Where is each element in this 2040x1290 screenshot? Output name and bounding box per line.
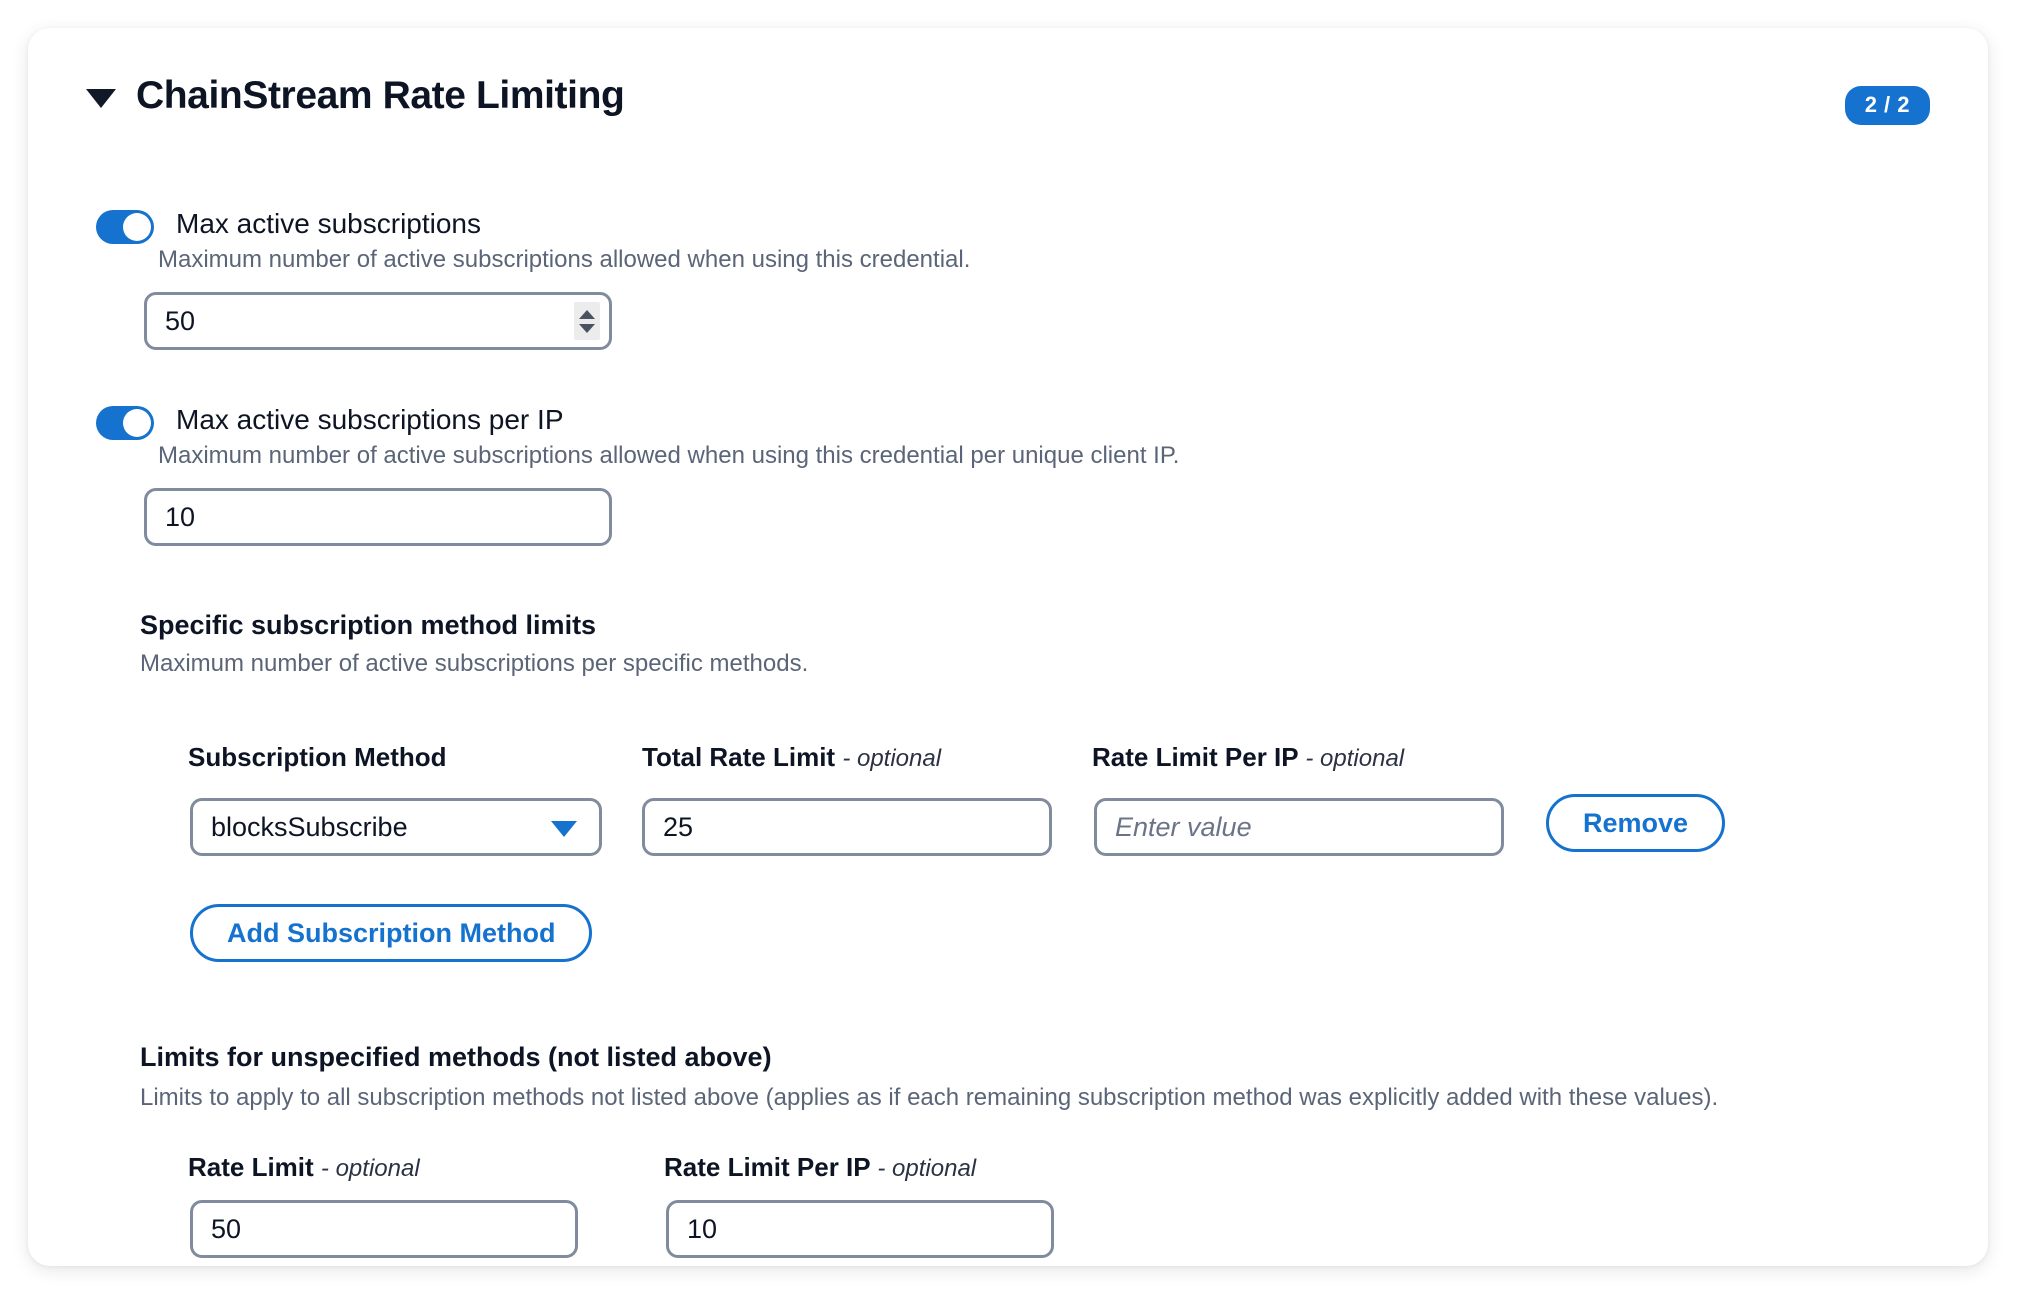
rate-limit-per-ip-input[interactable] (1094, 798, 1504, 856)
column-header-label: Total Rate Limit (642, 742, 836, 772)
max-active-subscriptions-per-ip-input[interactable] (144, 488, 612, 546)
toggle-max-active-subscriptions[interactable] (96, 210, 154, 244)
add-subscription-method-button[interactable]: Add Subscription Method (190, 904, 593, 962)
toggle-max-active-subscriptions-per-ip[interactable] (96, 406, 154, 440)
column-header-rate-limit-per-ip: Rate Limit Per IP - optional (1092, 742, 1404, 773)
setting-label-max-active-subscriptions-per-ip: Max active subscriptions per IP (176, 404, 564, 435)
total-rate-limit-input[interactable] (642, 798, 1052, 856)
column-header-subscription-method: Subscription Method (188, 742, 447, 773)
caret-down-icon[interactable] (86, 89, 116, 108)
specific-methods-title: Specific subscription method limits (140, 610, 597, 640)
stepper-down-icon[interactable] (579, 323, 595, 333)
number-stepper[interactable] (574, 302, 600, 340)
unspecified-methods-helper: Limits to apply to all subscription meth… (140, 1084, 1719, 1111)
column-header-optional: - optional (1305, 745, 1405, 772)
page-root: ChainStream Rate Limiting 2 / 2 Max acti… (0, 0, 2040, 1290)
card-header-left[interactable]: ChainStream Rate Limiting (86, 74, 625, 117)
status-badge: 2 / 2 (1844, 86, 1930, 125)
remove-button[interactable]: Remove (1546, 794, 1726, 852)
setting-helper-max-active-subscriptions-per-ip: Maximum number of active subscriptions a… (158, 442, 1180, 469)
stepper-up-icon[interactable] (579, 309, 595, 319)
subscription-method-value: blocksSubscribe (211, 811, 408, 842)
label-rate-limit-per-ip: Rate Limit Per IP - optional (664, 1152, 976, 1183)
label-text: Rate Limit Per IP (664, 1152, 871, 1182)
subscription-method-select[interactable]: blocksSubscribe (190, 798, 602, 856)
column-header-label: Subscription Method (188, 742, 447, 772)
column-header-label: Rate Limit Per IP (1092, 742, 1299, 772)
max-active-subscriptions-input[interactable] (144, 292, 612, 350)
label-optional: - optional (877, 1155, 977, 1182)
chevron-down-icon[interactable] (551, 821, 577, 837)
card-header: ChainStream Rate Limiting 2 / 2 (28, 28, 1988, 146)
column-header-optional: - optional (842, 745, 942, 772)
rate-limiting-card: ChainStream Rate Limiting 2 / 2 Max acti… (28, 28, 1988, 1266)
setting-row-max-active-subscriptions-per-ip: Max active subscriptions per IP (28, 402, 564, 440)
column-header-total-rate-limit: Total Rate Limit - optional (642, 742, 941, 773)
unspecified-rate-limit-per-ip-input[interactable] (666, 1200, 1054, 1258)
page-title: ChainStream Rate Limiting (136, 74, 625, 117)
specific-methods-helper: Maximum number of active subscriptions p… (140, 650, 809, 677)
toggle-knob (123, 409, 151, 437)
max-active-subscriptions-field-wrap (144, 292, 612, 350)
unspecified-methods-title: Limits for unspecified methods (not list… (140, 1042, 772, 1072)
setting-helper-max-active-subscriptions: Maximum number of active subscriptions a… (158, 246, 971, 273)
setting-row-max-active-subscriptions: Max active subscriptions (28, 206, 481, 244)
label-optional: - optional (320, 1155, 420, 1182)
setting-label-max-active-subscriptions: Max active subscriptions (176, 208, 482, 239)
label-text: Rate Limit (188, 1152, 314, 1182)
unspecified-rate-limit-input[interactable] (190, 1200, 578, 1258)
label-rate-limit: Rate Limit - optional (188, 1152, 420, 1183)
toggle-knob (123, 213, 151, 241)
